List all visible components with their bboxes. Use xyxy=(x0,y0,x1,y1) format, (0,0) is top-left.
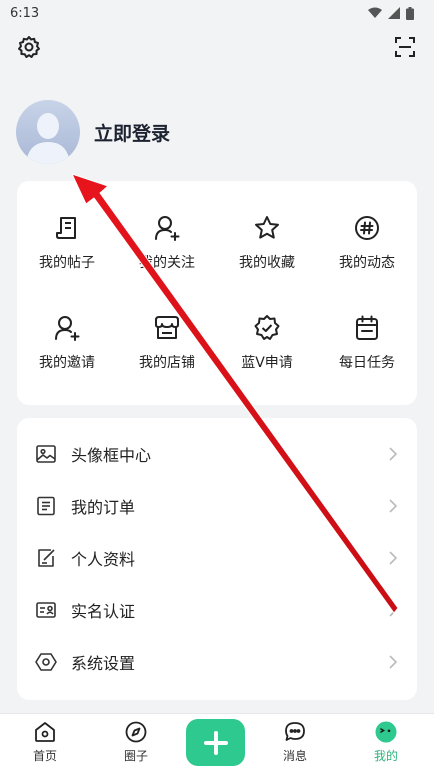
list-item-real-name-verification[interactable]: 实名认证 xyxy=(17,584,417,636)
grid-item-blue-v-apply[interactable]: 蓝V申请 xyxy=(217,293,317,393)
list-label: 实名认证 xyxy=(71,602,136,621)
status-time: 6:13 xyxy=(10,5,40,21)
grid-item-my-posts[interactable]: 我的帖子 xyxy=(17,193,117,293)
list-label: 个人资料 xyxy=(71,550,136,569)
picture-icon xyxy=(36,445,56,463)
scan-icon xyxy=(395,37,415,57)
top-bar xyxy=(0,30,434,66)
signal-icon xyxy=(388,7,400,19)
hashtag-icon xyxy=(355,216,379,240)
chat-icon xyxy=(285,722,305,741)
status-icons xyxy=(368,6,414,20)
home-icon xyxy=(35,722,55,742)
chevron-right-icon xyxy=(389,603,398,617)
grid-item-daily-tasks[interactable]: 每日任务 xyxy=(317,293,417,393)
scan-button[interactable] xyxy=(390,32,420,62)
list-item-personal-info[interactable]: 个人资料 xyxy=(17,532,417,584)
edit-note-icon xyxy=(38,549,55,567)
menu-list-card: 头像框中心 我的订单 个人资料 实名认证 系统设置 xyxy=(17,418,417,700)
chevron-right-icon xyxy=(389,447,398,461)
nav-label: 首页 xyxy=(32,749,57,763)
battery-icon xyxy=(406,6,414,20)
profile-face-icon xyxy=(375,721,397,743)
chevron-right-icon xyxy=(389,551,398,565)
avatar[interactable] xyxy=(16,100,80,164)
grid-label: 每日任务 xyxy=(339,355,395,371)
post-icon xyxy=(56,217,76,239)
list-label: 头像框中心 xyxy=(71,446,152,465)
list-item-avatar-frame-center[interactable]: 头像框中心 xyxy=(17,428,417,480)
quick-actions-card: 我的帖子 我的关注 我的收藏 我的动态 我的邀请 我的店铺 蓝V申请 每日任务 xyxy=(17,181,417,405)
store-icon xyxy=(155,316,179,339)
wifi-icon xyxy=(368,7,382,18)
grid-item-my-favorites[interactable]: 我的收藏 xyxy=(217,193,317,293)
grid-item-my-store[interactable]: 我的店铺 xyxy=(117,293,217,393)
create-post-button[interactable] xyxy=(186,719,245,766)
grid-label: 我的帖子 xyxy=(39,255,95,271)
grid-item-my-follows[interactable]: 我的关注 xyxy=(117,193,217,293)
grid-label: 我的关注 xyxy=(139,255,195,271)
grid-label: 我的店铺 xyxy=(139,355,195,371)
nav-home[interactable]: 首页 xyxy=(15,720,75,764)
grid-label: 蓝V申请 xyxy=(241,355,293,371)
nav-mine[interactable]: 我的 xyxy=(356,720,416,764)
calendar-icon xyxy=(356,315,378,340)
gear-icon xyxy=(18,36,40,58)
chevron-right-icon xyxy=(389,499,398,513)
list-label: 系统设置 xyxy=(71,654,136,673)
grid-item-my-activity[interactable]: 我的动态 xyxy=(317,193,417,293)
settings-hex-icon xyxy=(35,653,57,671)
verified-badge-icon xyxy=(254,315,280,340)
nav-label: 圈子 xyxy=(123,749,148,763)
settings-button[interactable] xyxy=(14,32,44,62)
list-item-system-settings[interactable]: 系统设置 xyxy=(17,636,417,688)
order-list-icon xyxy=(37,496,55,516)
invite-user-icon xyxy=(55,316,80,341)
nav-messages[interactable]: 消息 xyxy=(265,720,325,764)
status-bar: 6:13 xyxy=(0,0,434,26)
star-icon xyxy=(255,216,279,239)
list-item-my-orders[interactable]: 我的订单 xyxy=(17,480,417,532)
profile-header[interactable]: 立即登录 xyxy=(16,100,170,164)
grid-item-my-invites[interactable]: 我的邀请 xyxy=(17,293,117,393)
grid-label: 我的动态 xyxy=(339,255,395,271)
login-link[interactable]: 立即登录 xyxy=(94,119,170,146)
plus-icon xyxy=(203,730,228,755)
default-avatar-icon xyxy=(26,113,70,164)
compass-icon xyxy=(125,721,147,743)
list-label: 我的订单 xyxy=(71,498,136,517)
nav-circles[interactable]: 圈子 xyxy=(106,720,166,764)
grid-label: 我的收藏 xyxy=(239,255,295,271)
follow-user-icon xyxy=(155,216,180,241)
grid-label: 我的邀请 xyxy=(39,355,95,371)
nav-label: 消息 xyxy=(282,749,307,763)
chevron-right-icon xyxy=(389,655,398,669)
nav-label: 我的 xyxy=(373,749,398,763)
id-card-icon xyxy=(36,602,56,618)
